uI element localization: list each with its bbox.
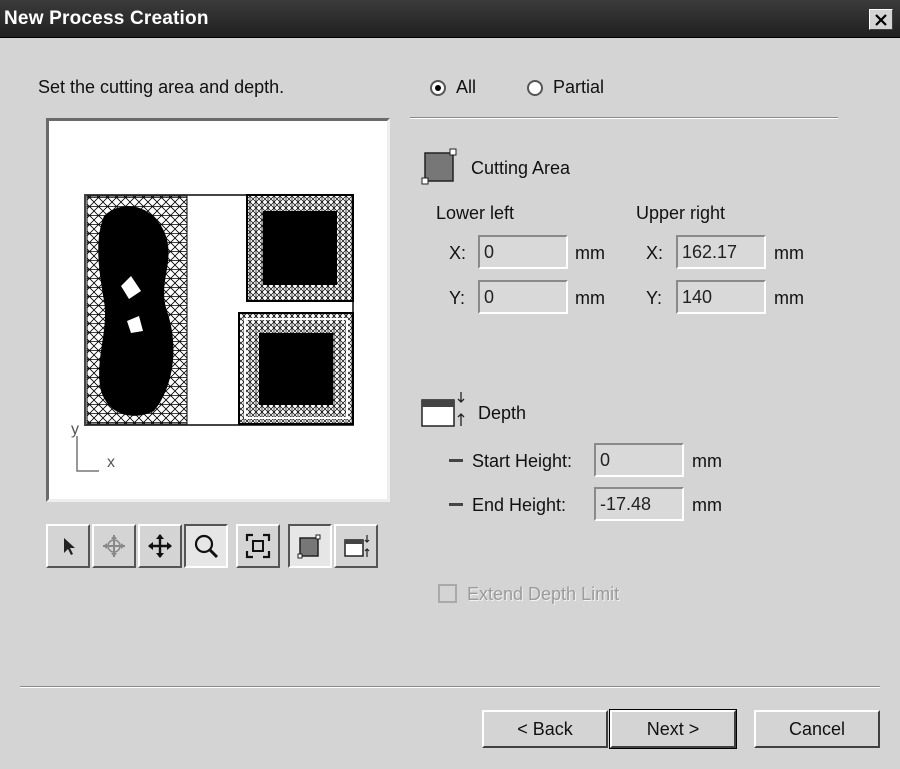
depth-section-icon (420, 390, 470, 437)
cursor-arrow-icon (64, 538, 75, 555)
lower-left-x-field[interactable]: 0 (478, 235, 568, 269)
radio-all-indicator[interactable] (430, 79, 446, 96)
window-title: New Process Creation (4, 8, 209, 29)
cutting-area-icon (297, 534, 321, 559)
cutting-area-tool-button[interactable] (288, 524, 332, 568)
end-height-unit: mm (692, 495, 722, 515)
end-height-label: End Height: (472, 495, 567, 515)
radio-all[interactable]: All (430, 77, 476, 98)
axis-x-label: x (107, 454, 115, 471)
lower-left-y-unit: mm (575, 288, 605, 308)
upper-right-x-label: X: (646, 243, 664, 263)
cancel-button[interactable]: Cancel (754, 710, 880, 748)
bottom-right-pocket-fill (259, 333, 333, 405)
lower-left-y-label: Y: (449, 288, 466, 308)
toolpath-preview-graphic: y x (71, 194, 354, 472)
zoom-magnifier-icon (194, 534, 219, 559)
radio-partial[interactable]: Partial (527, 77, 604, 98)
depth-icon (344, 535, 370, 557)
next-button[interactable]: Next > (609, 709, 737, 749)
depth-heading: Depth (478, 403, 527, 423)
lower-left-x-unit: mm (575, 243, 605, 263)
upper-right-x-unit: mm (774, 243, 804, 263)
top-divider (410, 117, 838, 119)
extend-depth-limit-label: Extend Depth Limit (467, 584, 620, 604)
rotate-tool-button[interactable] (92, 524, 136, 568)
close-button[interactable] (869, 9, 893, 30)
bottom-divider (20, 686, 880, 688)
axis-y-label: y (71, 421, 79, 438)
start-height-label: Start Height: (472, 451, 573, 471)
title-bar: New Process Creation (0, 0, 900, 38)
upper-right-x-field[interactable]: 162.17 (676, 235, 766, 269)
left-solid-shape (98, 206, 174, 416)
extend-depth-limit-checkbox[interactable] (438, 584, 457, 603)
instruction-text: Set the cutting area and depth. (38, 77, 285, 97)
zoom-tool-button[interactable] (184, 524, 228, 568)
pan-arrows-icon (148, 534, 172, 558)
view-toolbar (46, 524, 380, 570)
start-height-field[interactable]: 0 (594, 443, 684, 477)
fit-view-button[interactable] (236, 524, 280, 568)
upper-right-y-unit: mm (774, 288, 804, 308)
close-icon (875, 13, 887, 26)
start-height-bullet (449, 459, 463, 462)
radio-partial-label: Partial (553, 77, 605, 97)
cutting-area-heading: Cutting Area (471, 158, 571, 178)
model-preview[interactable]: y x (46, 118, 390, 502)
cutting-area-section-icon (420, 145, 462, 192)
upper-right-label: Upper right (636, 203, 726, 223)
back-button[interactable]: < Back (482, 710, 608, 748)
rotate-icon (103, 535, 125, 557)
end-height-bullet (449, 503, 463, 506)
upper-right-y-label: Y: (646, 288, 663, 308)
depth-tool-button[interactable] (334, 524, 378, 568)
lower-left-x-label: X: (449, 243, 467, 263)
fit-view-icon (245, 533, 271, 559)
upper-right-y-field[interactable]: 140 (676, 280, 766, 314)
radio-all-label: All (456, 77, 477, 97)
pan-tool-button[interactable] (138, 524, 182, 568)
lower-left-label: Lower left (436, 203, 515, 223)
axis-indicator (76, 436, 99, 472)
lower-left-y-field[interactable]: 0 (478, 280, 568, 314)
end-height-field[interactable]: -17.48 (594, 487, 684, 521)
start-height-unit: mm (692, 451, 722, 471)
select-tool-button[interactable] (46, 524, 90, 568)
radio-partial-indicator[interactable] (527, 79, 543, 96)
top-right-pocket-fill (263, 211, 337, 285)
